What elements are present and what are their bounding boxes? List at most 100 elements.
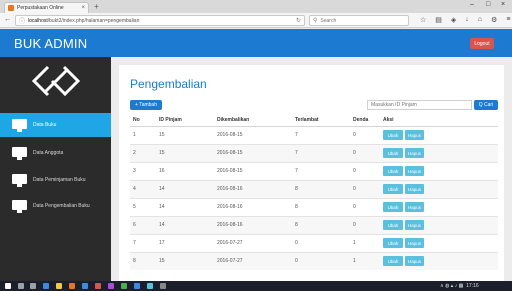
cell-terlambat: 7 [292,161,350,180]
cell-aksi: Ubah Hapus [380,125,498,144]
menu-icon[interactable]: ≡ [506,16,510,24]
cell-dikembalikan: 2016-08-16 [214,197,292,216]
table-row: 6 14 2016-08-16 8 0 Ubah Hapus [130,215,498,234]
sidebar-item-data-anggota[interactable]: Data Anggota [0,141,111,165]
cell-aksi: Ubah Hapus [380,233,498,252]
hapus-button[interactable]: Hapus [405,130,424,140]
ubah-button[interactable]: Ubah [383,130,403,140]
sidebar-item-data-peminjaman[interactable]: Data Peminjaman Buku [0,168,111,192]
close-window-button[interactable]: × [501,1,505,8]
search-button[interactable]: Q Cari [474,100,498,110]
edge-icon[interactable] [43,283,49,289]
system-tray[interactable]: ∧ ◍ ▴ ♪ ▦ 17:16 [440,283,479,289]
download-icon[interactable]: ↓ [465,16,469,24]
hapus-button[interactable]: Hapus [405,148,424,158]
library-icon[interactable]: ▤ [435,16,442,24]
cell-terlambat: 7 [292,125,350,144]
cell-dikembalikan: 2016-08-15 [214,125,292,144]
pengembalian-table: No ID Pinjam Dikembalikan Terlambat Dend… [130,114,498,270]
firefox-icon[interactable] [69,283,75,289]
cell-denda: 1 [350,251,380,270]
hapus-button[interactable]: Hapus [405,256,424,267]
search-id-input[interactable] [367,100,472,110]
bookmark-star-icon[interactable]: ☆ [420,16,426,24]
store-icon[interactable] [82,283,88,289]
table-header-row: No ID Pinjam Dikembalikan Terlambat Dend… [130,114,498,127]
add-button[interactable]: + Tambah [130,100,162,110]
app-icon[interactable] [160,283,166,289]
sidebar: Data Buku Data Anggota Data Peminjaman B… [0,57,111,281]
monitor-icon [12,173,27,187]
sidebar-item-data-buku[interactable]: Data Buku [0,113,111,137]
app-icon[interactable] [108,283,114,289]
extension-icon[interactable]: ⚙ [491,16,497,24]
ubah-button[interactable]: Ubah [383,220,403,230]
address-bar[interactable]: ⓘ localhost/bukt2/index.php/halaman=peng… [15,15,305,26]
close-tab-icon[interactable]: × [81,5,85,11]
app-icon[interactable] [134,283,140,289]
maximize-icon[interactable]: □ [486,1,490,8]
search-icon[interactable] [18,283,24,289]
table-row: 5 14 2016-08-16 8 0 Ubah Hapus [130,197,498,216]
table-row: 1 15 2016-08-15 7 0 Ubah Hapus [130,125,498,144]
cell-aksi: Ubah Hapus [380,251,498,270]
brand-title: BUK ADMIN [14,36,88,51]
cell-denda: 0 [350,125,380,144]
app-icon[interactable] [95,283,101,289]
task-view-icon[interactable] [30,283,36,289]
cell-aksi: Ubah Hapus [380,197,498,216]
url-path: /bukt2/index.php/halaman=pengembalian [47,17,140,24]
sidebar-item-data-pengembalian[interactable]: Data Pengembalian Buku [0,194,111,218]
cell-no: 8 [130,251,156,270]
monitor-icon [12,146,27,160]
hapus-button[interactable]: Hapus [405,202,424,212]
ubah-button[interactable]: Ubah [383,238,403,248]
browser-search-box[interactable]: ⚲ [309,15,409,26]
home-icon[interactable]: ⌂ [478,16,482,24]
file-explorer-icon[interactable] [56,283,62,289]
info-icon: ⓘ [19,19,26,25]
table-row: 8 15 2016-07-27 0 1 Ubah Hapus [130,251,498,270]
ubah-button[interactable]: Ubah [383,166,403,176]
ubah-button[interactable]: Ubah [383,202,403,212]
cell-id-pinjam: 16 [156,161,214,180]
new-tab-button[interactable]: + [94,2,99,11]
column-header: Aksi [380,114,498,127]
cell-dikembalikan: 2016-08-16 [214,215,292,234]
column-header: ID Pinjam [156,114,214,127]
cell-no: 6 [130,215,156,234]
ubah-button[interactable]: Ubah [383,148,403,158]
cell-no: 5 [130,197,156,216]
browser-nav-bar: ← ⓘ localhost/bukt2/index.php/halaman=pe… [0,13,512,28]
cell-denda: 0 [350,197,380,216]
cell-dikembalikan: 2016-08-16 [214,179,292,198]
favicon-icon [8,5,14,11]
app-icon[interactable] [147,283,153,289]
minimize-button[interactable]: – [470,1,474,8]
cell-id-pinjam: 15 [156,251,214,270]
browser-search-input[interactable] [320,17,401,24]
column-header: Denda [350,114,380,127]
ubah-button[interactable]: Ubah [383,184,403,194]
back-arrow-icon[interactable]: ← [4,16,11,23]
cell-aksi: Ubah Hapus [380,179,498,198]
app-icon[interactable] [121,283,127,289]
logout-button[interactable]: Logout [470,38,494,49]
hapus-button[interactable]: Hapus [405,238,424,248]
search-icon: ⚲ [313,18,318,24]
cell-dikembalikan: 2016-07-27 [214,233,292,252]
cell-dikembalikan: 2016-08-15 [214,161,292,180]
tab-title: Perpustakaan Online [17,5,64,11]
hapus-button[interactable]: Hapus [405,184,424,194]
cell-no: 4 [130,179,156,198]
hapus-button[interactable]: Hapus [405,166,424,176]
ubah-button[interactable]: Ubah [383,256,403,267]
browser-tab[interactable]: Perpustakaan Online × [4,2,89,13]
pocket-icon[interactable]: ◈ [451,16,456,24]
cell-id-pinjam: 15 [156,125,214,144]
cell-denda: 0 [350,215,380,234]
hapus-button[interactable]: Hapus [405,220,424,230]
cell-id-pinjam: 17 [156,233,214,252]
windows-start-icon[interactable] [5,283,11,289]
reload-icon[interactable]: ↻ [296,17,301,24]
